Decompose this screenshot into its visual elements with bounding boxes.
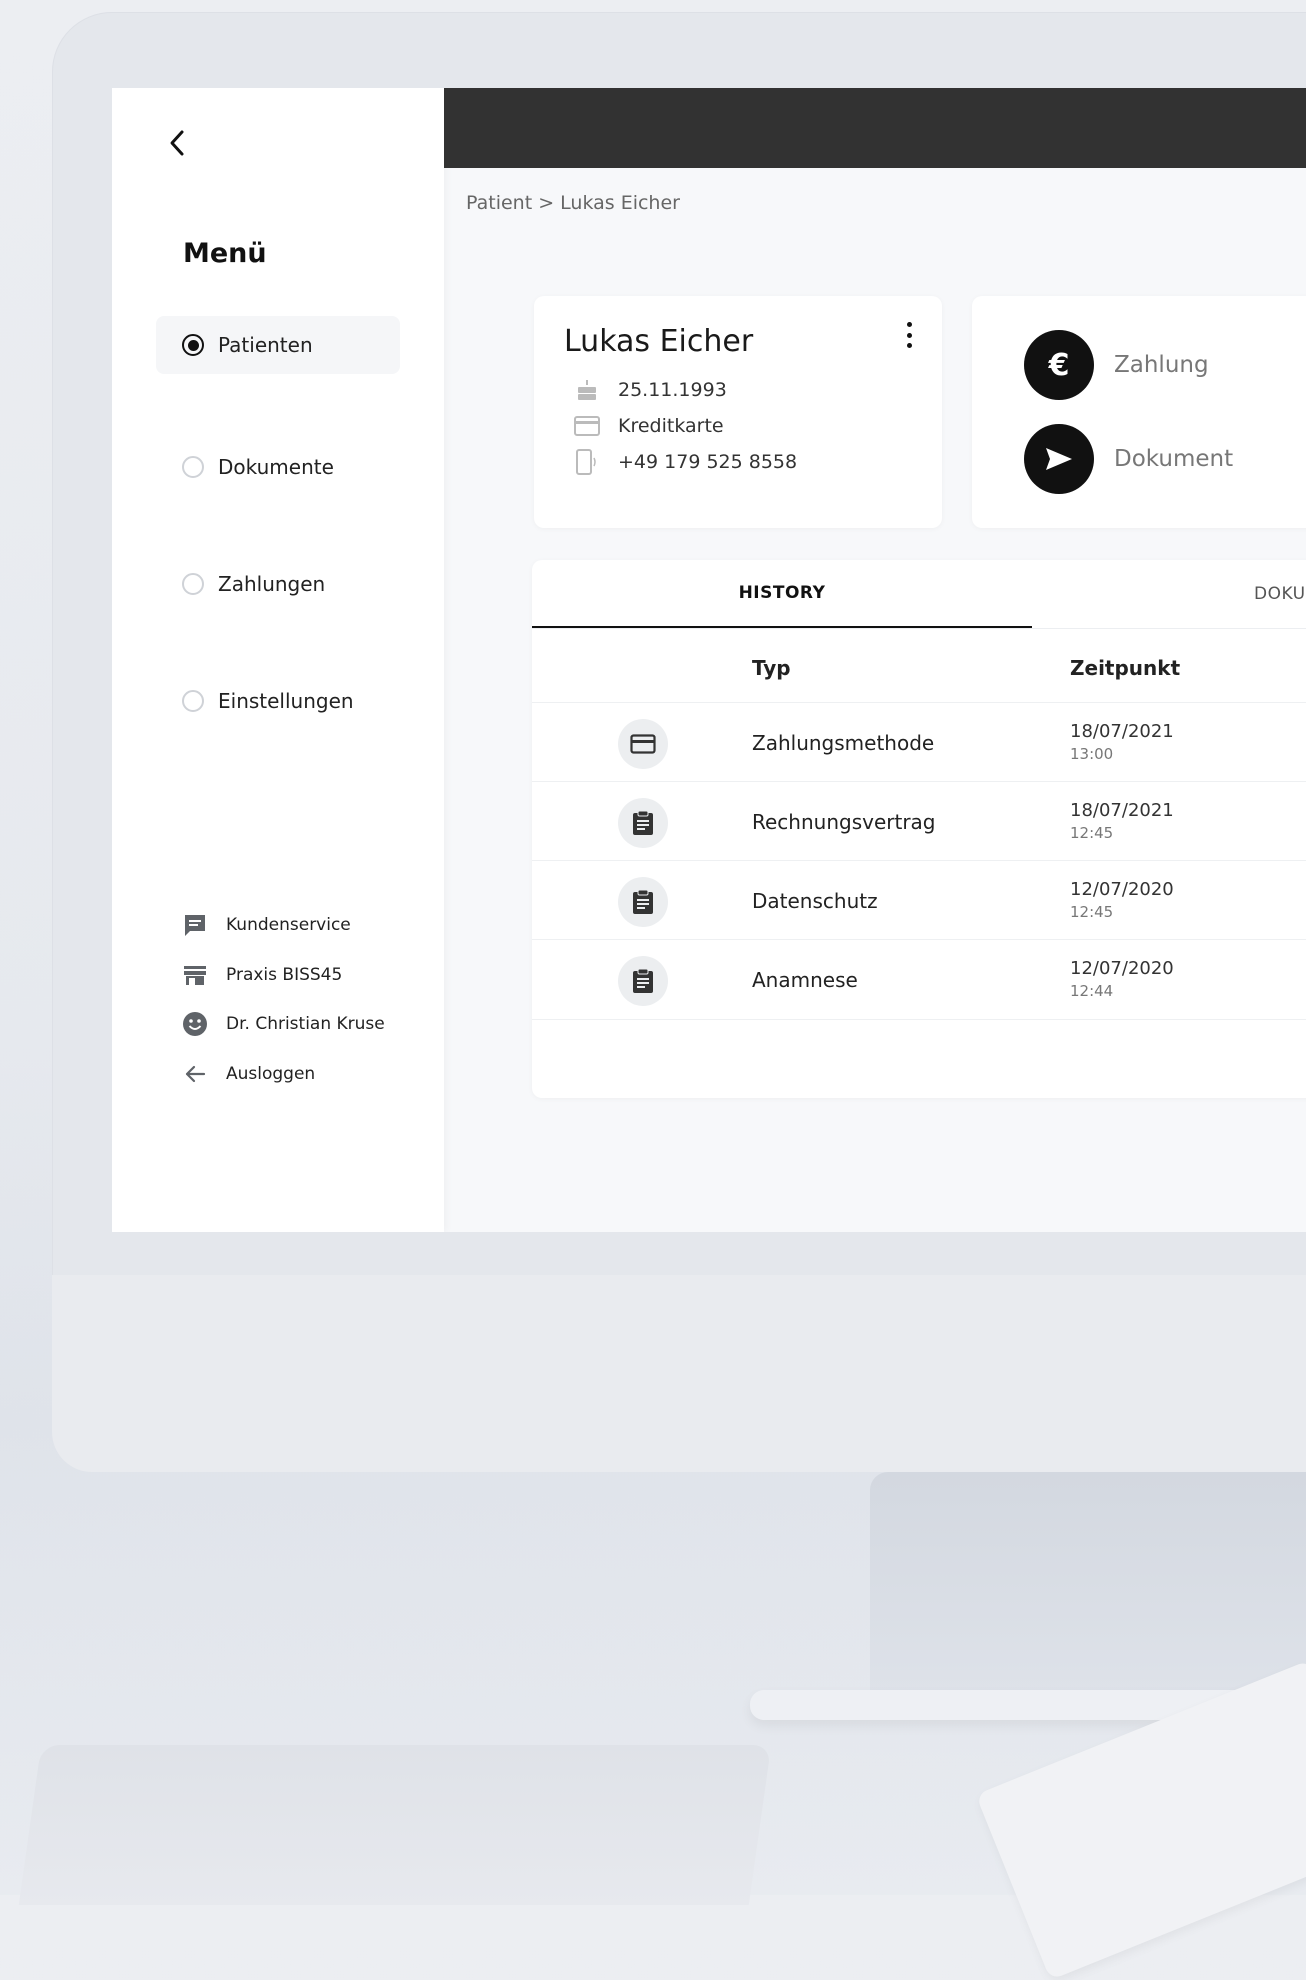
- chat-icon: [182, 912, 208, 938]
- sidebar-item-label: Patienten: [218, 333, 313, 357]
- send-payment-label: Zahlung: [1114, 352, 1209, 378]
- clipboard-icon: [618, 956, 668, 1006]
- table-row[interactable]: Zahlungsmethode 18/07/2021 13:00: [532, 702, 1306, 782]
- table-row[interactable]: Datenschutz 12/07/2020 12:45: [532, 860, 1306, 940]
- euro-icon: €: [1024, 330, 1094, 400]
- footer-link-label: Dr. Christian Kruse: [226, 1014, 385, 1034]
- row-type: Zahlungsmethode: [752, 731, 935, 755]
- store-icon: [182, 962, 208, 988]
- desk-pad: [18, 1745, 772, 1905]
- patient-birthdate-row: 25.11.1993: [574, 378, 727, 402]
- app-screen: Menü Patienten Dokumente Zahlungen Einst…: [112, 88, 1306, 1232]
- sidebar-item-dokumente[interactable]: Dokumente: [156, 438, 400, 496]
- row-type: Datenschutz: [752, 889, 878, 913]
- column-header-time: Zeitpunkt: [1070, 656, 1181, 680]
- row-time: 12:44: [1070, 982, 1114, 1000]
- clipboard-icon: [618, 877, 668, 927]
- tab-history[interactable]: HISTORY: [532, 560, 1032, 628]
- sidebar-item-zahlungen[interactable]: Zahlungen: [156, 555, 400, 613]
- history-table-card: HISTORY DOKUME Typ Zeitpunkt Zahlungsmet…: [532, 560, 1306, 1098]
- footer-link-praxis[interactable]: Praxis BISS45: [182, 960, 342, 990]
- phone-icon: [574, 449, 600, 475]
- row-date: 18/07/2021: [1070, 721, 1174, 742]
- patient-name: Lukas Eicher: [564, 324, 754, 359]
- sidebar-item-label: Einstellungen: [218, 689, 354, 713]
- row-time: 13:00: [1070, 745, 1114, 763]
- patient-payment-method: Kreditkarte: [618, 415, 724, 437]
- patient-card: Lukas Eicher 25.11.1993 Kreditkarte +49 …: [534, 296, 942, 528]
- tab-bar: HISTORY DOKUME: [532, 560, 1306, 629]
- sidebar-item-einstellungen[interactable]: Einstellungen: [156, 672, 400, 730]
- footer-link-label: Ausloggen: [226, 1064, 316, 1084]
- sidebar-item-label: Zahlungen: [218, 572, 326, 596]
- back-button[interactable]: [162, 128, 192, 158]
- tab-documents[interactable]: DOKUME: [1032, 560, 1306, 628]
- table-row[interactable]: Rechnungsvertrag 18/07/2021 12:45: [532, 781, 1306, 861]
- row-time: 12:45: [1070, 824, 1114, 842]
- patient-birthdate: 25.11.1993: [618, 379, 727, 401]
- more-options-icon[interactable]: [904, 322, 914, 348]
- top-bar: [444, 88, 1306, 168]
- row-type: Rechnungsvertrag: [752, 810, 936, 834]
- row-date: 12/07/2020: [1070, 879, 1174, 900]
- footer-link-profile[interactable]: Dr. Christian Kruse: [182, 1009, 385, 1039]
- patient-payment-row: Kreditkarte: [574, 414, 724, 438]
- row-type: Anamnese: [752, 968, 858, 992]
- chevron-left-icon: [170, 130, 184, 156]
- sidebar: Menü Patienten Dokumente Zahlungen Einst…: [112, 88, 444, 1232]
- logout-link[interactable]: Ausloggen: [182, 1059, 315, 1089]
- monitor-chin: [52, 1275, 1306, 1472]
- footer-link-kundenservice[interactable]: Kundenservice: [182, 910, 351, 940]
- sidebar-item-label: Dokumente: [218, 455, 334, 479]
- patient-phone-row: +49 179 525 8558: [574, 449, 798, 475]
- send-document-label: Dokument: [1114, 446, 1234, 472]
- send-icon: [1024, 424, 1094, 494]
- send-payment-button[interactable]: € Zahlung: [1024, 330, 1209, 400]
- radio-icon: [182, 690, 204, 712]
- clipboard-icon: [618, 798, 668, 848]
- breadcrumb[interactable]: Patient > Lukas Eicher: [466, 192, 680, 214]
- row-time: 12:45: [1070, 903, 1114, 921]
- footer-link-label: Praxis BISS45: [226, 965, 343, 985]
- send-document-button[interactable]: Dokument: [1024, 424, 1233, 494]
- column-header-type: Typ: [752, 656, 791, 680]
- arrow-left-icon: [182, 1061, 208, 1087]
- menu-title: Menü: [183, 238, 267, 269]
- face-icon: [182, 1011, 208, 1037]
- credit-card-icon: [574, 414, 600, 438]
- sidebar-item-patienten[interactable]: Patienten: [156, 316, 400, 374]
- radio-icon: [182, 456, 204, 478]
- radio-icon: [182, 573, 204, 595]
- credit-card-icon: [618, 719, 668, 769]
- monitor-stand: [870, 1472, 1306, 1717]
- table-row[interactable]: Anamnese 12/07/2020 12:44: [532, 939, 1306, 1020]
- footer-link-label: Kundenservice: [226, 915, 351, 935]
- actions-card: € Zahlung Dokument: [972, 296, 1306, 528]
- patient-phone: +49 179 525 8558: [618, 451, 798, 473]
- radio-selected-icon: [182, 334, 204, 356]
- cake-icon: [574, 378, 600, 402]
- row-date: 12/07/2020: [1070, 958, 1174, 979]
- row-date: 18/07/2021: [1070, 800, 1174, 821]
